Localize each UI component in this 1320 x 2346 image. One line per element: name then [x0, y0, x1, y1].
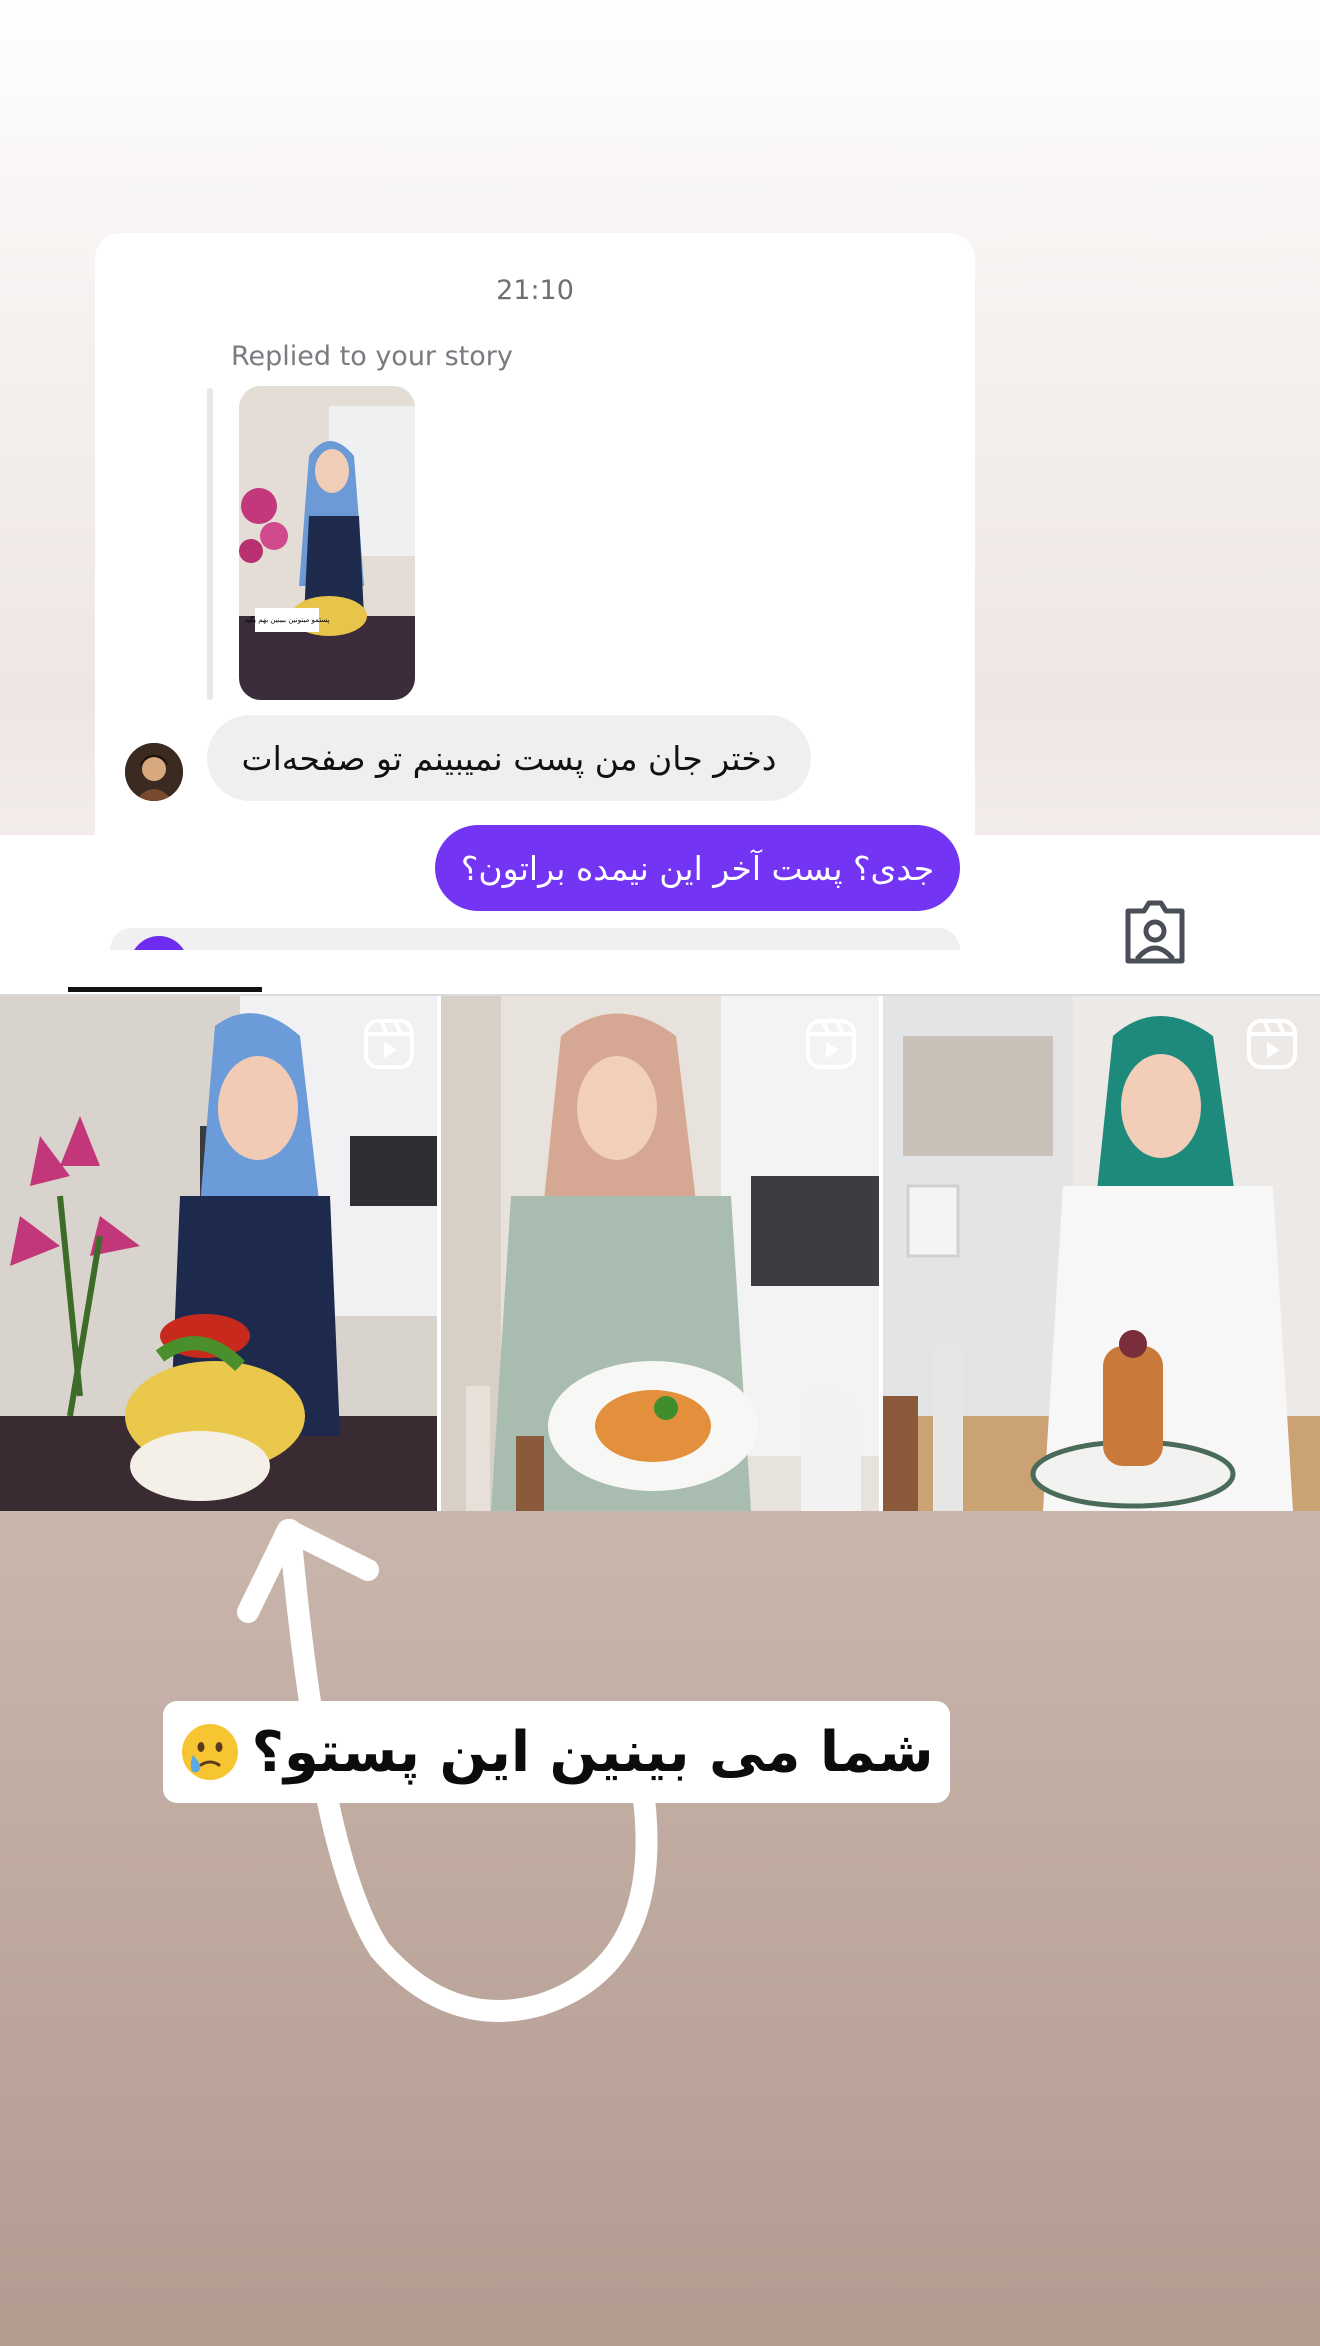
story-reply-label: Replied to your story	[231, 341, 513, 372]
message-composer[interactable]	[110, 928, 960, 950]
profile-post-grid	[0, 996, 1320, 1511]
reels-icon	[805, 1019, 856, 1069]
reels-icon	[1246, 1019, 1297, 1069]
post-image-1	[0, 996, 438, 1511]
camera-icon[interactable]	[130, 936, 188, 950]
incoming-message-text: دختر جان من پست نمیبینم تو صفحه‌ات	[241, 738, 777, 778]
caption-text: شما می بینین این پستو؟	[251, 1719, 934, 1785]
tagged-posts-icon[interactable]	[1120, 897, 1190, 967]
dm-thread-card: 21:10 Replied to your story پستمو میتونی…	[95, 233, 975, 873]
post-image-2	[441, 996, 879, 1511]
outgoing-message-bubble[interactable]: جدی؟ پست آخر این نیمده براتون؟	[435, 825, 960, 911]
grid-post-2[interactable]	[441, 996, 879, 1511]
story-thumbnail-image: پستمو میتونین ببینین بهم بگید	[239, 386, 415, 700]
incoming-message-bubble[interactable]: دختر جان من پست نمیبینم تو صفحه‌ات	[207, 715, 811, 801]
story-sticker-text: پستمو میتونین ببینین بهم بگید	[244, 615, 329, 624]
grid-post-1[interactable]	[0, 996, 438, 1511]
reply-quote-bar	[207, 388, 213, 700]
story-thumbnail[interactable]: پستمو میتونین ببینین بهم بگید	[239, 386, 415, 700]
tab-posts-indicator[interactable]	[68, 987, 262, 992]
outgoing-message-text: جدی؟ پست آخر این نیمده براتون؟	[460, 848, 935, 888]
reels-icon	[364, 1019, 415, 1069]
grid-post-3[interactable]	[882, 996, 1320, 1511]
crying-face-icon	[182, 1724, 239, 1780]
story-caption-sticker: شما می بینین این پستو؟	[163, 1701, 950, 1803]
avatar[interactable]	[125, 743, 183, 801]
message-timestamp: 21:10	[496, 275, 574, 306]
post-image-3	[882, 996, 1320, 1511]
